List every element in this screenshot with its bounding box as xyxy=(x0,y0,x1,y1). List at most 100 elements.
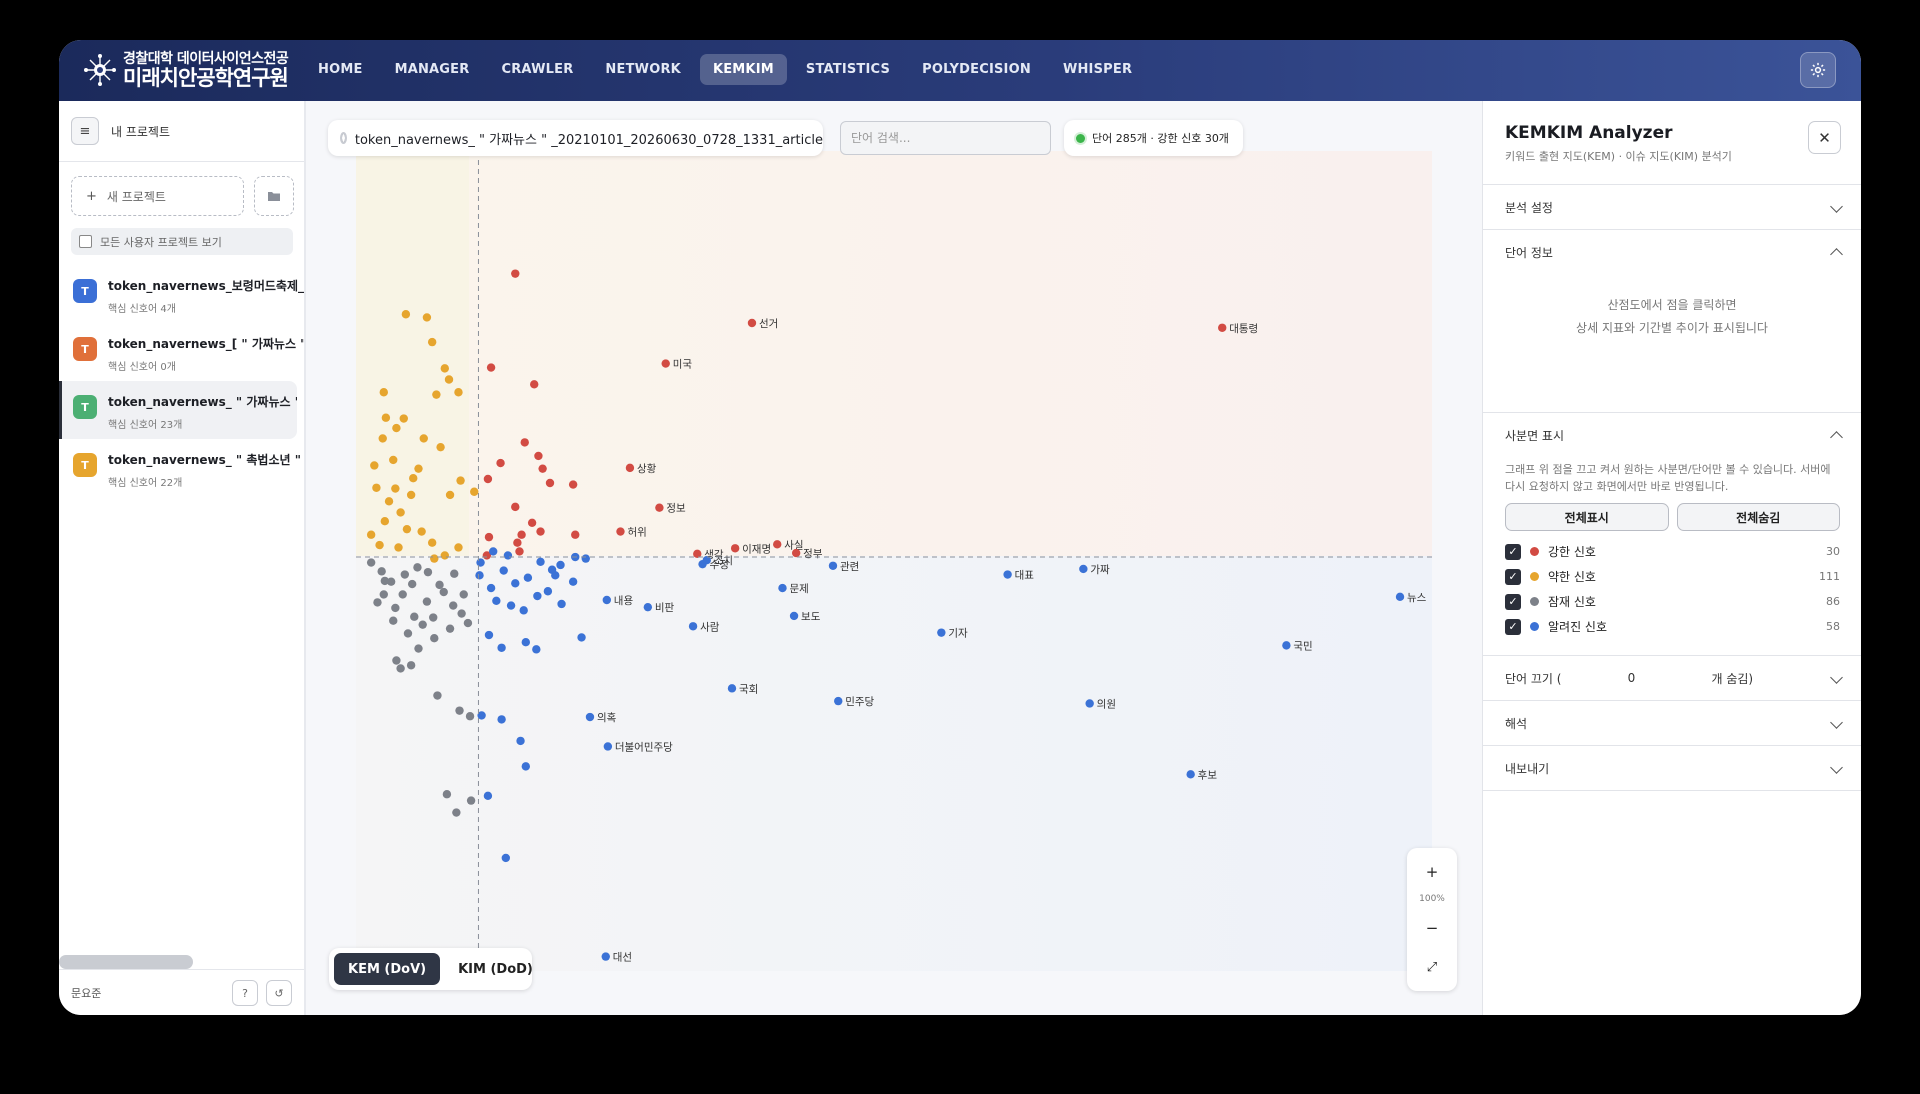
scatter-point-latent[interactable] xyxy=(366,558,376,567)
scatter-point-weak[interactable] xyxy=(384,497,394,506)
scatter-point-known[interactable] xyxy=(556,560,565,570)
scatter-point-latent[interactable] xyxy=(373,598,382,607)
scatter-point-strong[interactable] xyxy=(791,548,801,558)
section-header-word-filter[interactable]: 단어 끄기 ( 0 개 숨김) xyxy=(1483,656,1861,700)
scatter-point-latent[interactable] xyxy=(398,590,407,599)
scatter-point-known[interactable] xyxy=(523,573,533,582)
scatter-point-strong[interactable] xyxy=(655,503,664,512)
scatter-point-weak[interactable] xyxy=(391,484,400,493)
scatter-point-weak[interactable] xyxy=(370,461,379,470)
mode-kim-button[interactable]: KIM (DoD) xyxy=(444,953,547,985)
scatter-point-known[interactable] xyxy=(497,715,506,724)
mode-kem-button[interactable]: KEM (DoV) xyxy=(334,953,441,985)
scatter-point-latent[interactable] xyxy=(459,590,468,599)
scatter-point-known[interactable] xyxy=(476,558,485,567)
scatter-point-latent[interactable] xyxy=(379,590,388,599)
check-icon[interactable]: ✓ xyxy=(1505,593,1521,610)
scatter-point-latent[interactable] xyxy=(407,579,417,589)
scatter-point-weak[interactable] xyxy=(419,434,428,443)
scatter-point-latent[interactable] xyxy=(418,620,427,629)
project-item[interactable]: T token_navernews_보령머드축제_202 핵심 신호어 4개 xyxy=(59,265,304,323)
scatter-point-latent[interactable] xyxy=(392,656,401,665)
scatter-point-weak[interactable] xyxy=(427,538,437,547)
scatter-point-known[interactable] xyxy=(778,583,787,593)
section-header-word-info[interactable]: 단어 정보 xyxy=(1483,230,1861,274)
scatter-point-strong[interactable] xyxy=(486,363,496,372)
scatter-point-known[interactable] xyxy=(1395,592,1405,602)
scatter-point-known[interactable] xyxy=(511,579,520,588)
scatter-point-known[interactable] xyxy=(483,791,493,801)
scatter-point-strong[interactable] xyxy=(530,380,539,389)
scatter-point-latent[interactable] xyxy=(450,569,459,578)
scatter-point-weak[interactable] xyxy=(444,375,454,384)
scatter-point-latent[interactable] xyxy=(455,706,464,715)
scatter-point-strong[interactable] xyxy=(536,527,545,536)
scatter-point-known[interactable] xyxy=(519,606,528,615)
scatter-point-known[interactable] xyxy=(497,643,506,652)
scatter-point-weak[interactable] xyxy=(366,530,376,539)
scatter-point-known[interactable] xyxy=(533,591,542,601)
scatter-point-weak[interactable] xyxy=(399,414,408,423)
scatter-point-strong[interactable] xyxy=(483,474,493,484)
scatter-point-latent[interactable] xyxy=(445,624,455,633)
scatter-point-weak[interactable] xyxy=(396,508,405,517)
new-folder-button[interactable] xyxy=(254,176,294,216)
scatter-point-known[interactable] xyxy=(484,630,494,640)
scatter-point-weak[interactable] xyxy=(372,483,381,492)
scatter-point-strong[interactable] xyxy=(484,532,494,542)
scatter-point-latent[interactable] xyxy=(430,634,439,643)
scatter-point-strong[interactable] xyxy=(513,538,522,547)
scatter-point-known[interactable] xyxy=(516,736,525,746)
scatter-point-known[interactable] xyxy=(828,561,838,570)
scatter-point-latent[interactable] xyxy=(457,609,466,618)
scatter-point-strong[interactable] xyxy=(538,464,547,473)
scatter-point-known[interactable] xyxy=(727,684,737,693)
scatter-point-weak[interactable] xyxy=(432,390,441,399)
scatter-point-weak[interactable] xyxy=(440,364,449,373)
project-item-active[interactable]: T token_navernews_ " 가짜뉴스 " _202 핵심 신호어 … xyxy=(59,381,297,439)
scatter-point-known[interactable] xyxy=(568,577,578,586)
scatter-point-known[interactable] xyxy=(488,547,498,556)
scatter-point-weak[interactable] xyxy=(378,434,387,443)
dataset-selector[interactable]: token_navernews_ " 가짜뉴스 " _20210101_2026… xyxy=(328,120,823,156)
scatter-point-latent[interactable] xyxy=(377,567,386,576)
scatter-point-known[interactable] xyxy=(1085,699,1094,708)
scatter-point-strong[interactable] xyxy=(496,458,505,468)
scatter-point-latent[interactable] xyxy=(403,629,413,638)
nav-statistics[interactable]: STATISTICS xyxy=(793,54,903,85)
nav-polydecision[interactable]: POLYDECISION xyxy=(909,54,1044,85)
scatter-point-latent[interactable] xyxy=(466,796,476,805)
sidebar-toggle-button[interactable]: ≡ xyxy=(71,117,99,145)
scatter-point-weak[interactable] xyxy=(440,551,449,560)
scatter-point-weak[interactable] xyxy=(414,464,423,473)
scatter-point-weak[interactable] xyxy=(394,543,403,552)
fit-view-button[interactable]: ⤢ xyxy=(1407,952,1457,982)
help-button[interactable]: ? xyxy=(232,980,258,1006)
scatter-point-known[interactable] xyxy=(486,583,496,593)
scatter-point-latent[interactable] xyxy=(442,790,452,799)
scatter-point-latent[interactable] xyxy=(433,691,442,700)
hide-all-button[interactable]: 전체숨김 xyxy=(1676,503,1840,531)
all-users-checkbox[interactable] xyxy=(79,235,92,248)
scatter-point-latent[interactable] xyxy=(406,661,416,670)
scatter-point-strong[interactable] xyxy=(616,527,625,536)
section-header-quadrant[interactable]: 사분면 표시 xyxy=(1483,413,1861,457)
scatter-point-known[interactable] xyxy=(532,645,541,654)
scatter-point-known[interactable] xyxy=(543,587,553,596)
scatter-point-latent[interactable] xyxy=(465,712,475,721)
scatter-point-strong[interactable] xyxy=(568,480,578,489)
scatter-point-known[interactable] xyxy=(521,637,530,647)
project-item[interactable]: T token_navernews_[ " 가짜뉴스 " ]_20 핵심 신호어… xyxy=(59,323,304,381)
scatter-point-known[interactable] xyxy=(1186,770,1195,779)
zoom-in-button[interactable]: + xyxy=(1407,857,1457,887)
scatter-point-known[interactable] xyxy=(551,571,560,580)
check-icon[interactable]: ✓ xyxy=(1505,568,1521,585)
scatter-point-weak[interactable] xyxy=(389,455,398,465)
scatter-point-weak[interactable] xyxy=(402,524,412,534)
scatter-point-latent[interactable] xyxy=(400,570,410,579)
scatter-point-weak[interactable] xyxy=(454,388,463,397)
scatter-point-latent[interactable] xyxy=(449,601,458,610)
scatter-point-known[interactable] xyxy=(492,596,501,605)
scatter-point-strong[interactable] xyxy=(747,318,757,328)
check-icon[interactable]: ✓ xyxy=(1505,618,1521,635)
